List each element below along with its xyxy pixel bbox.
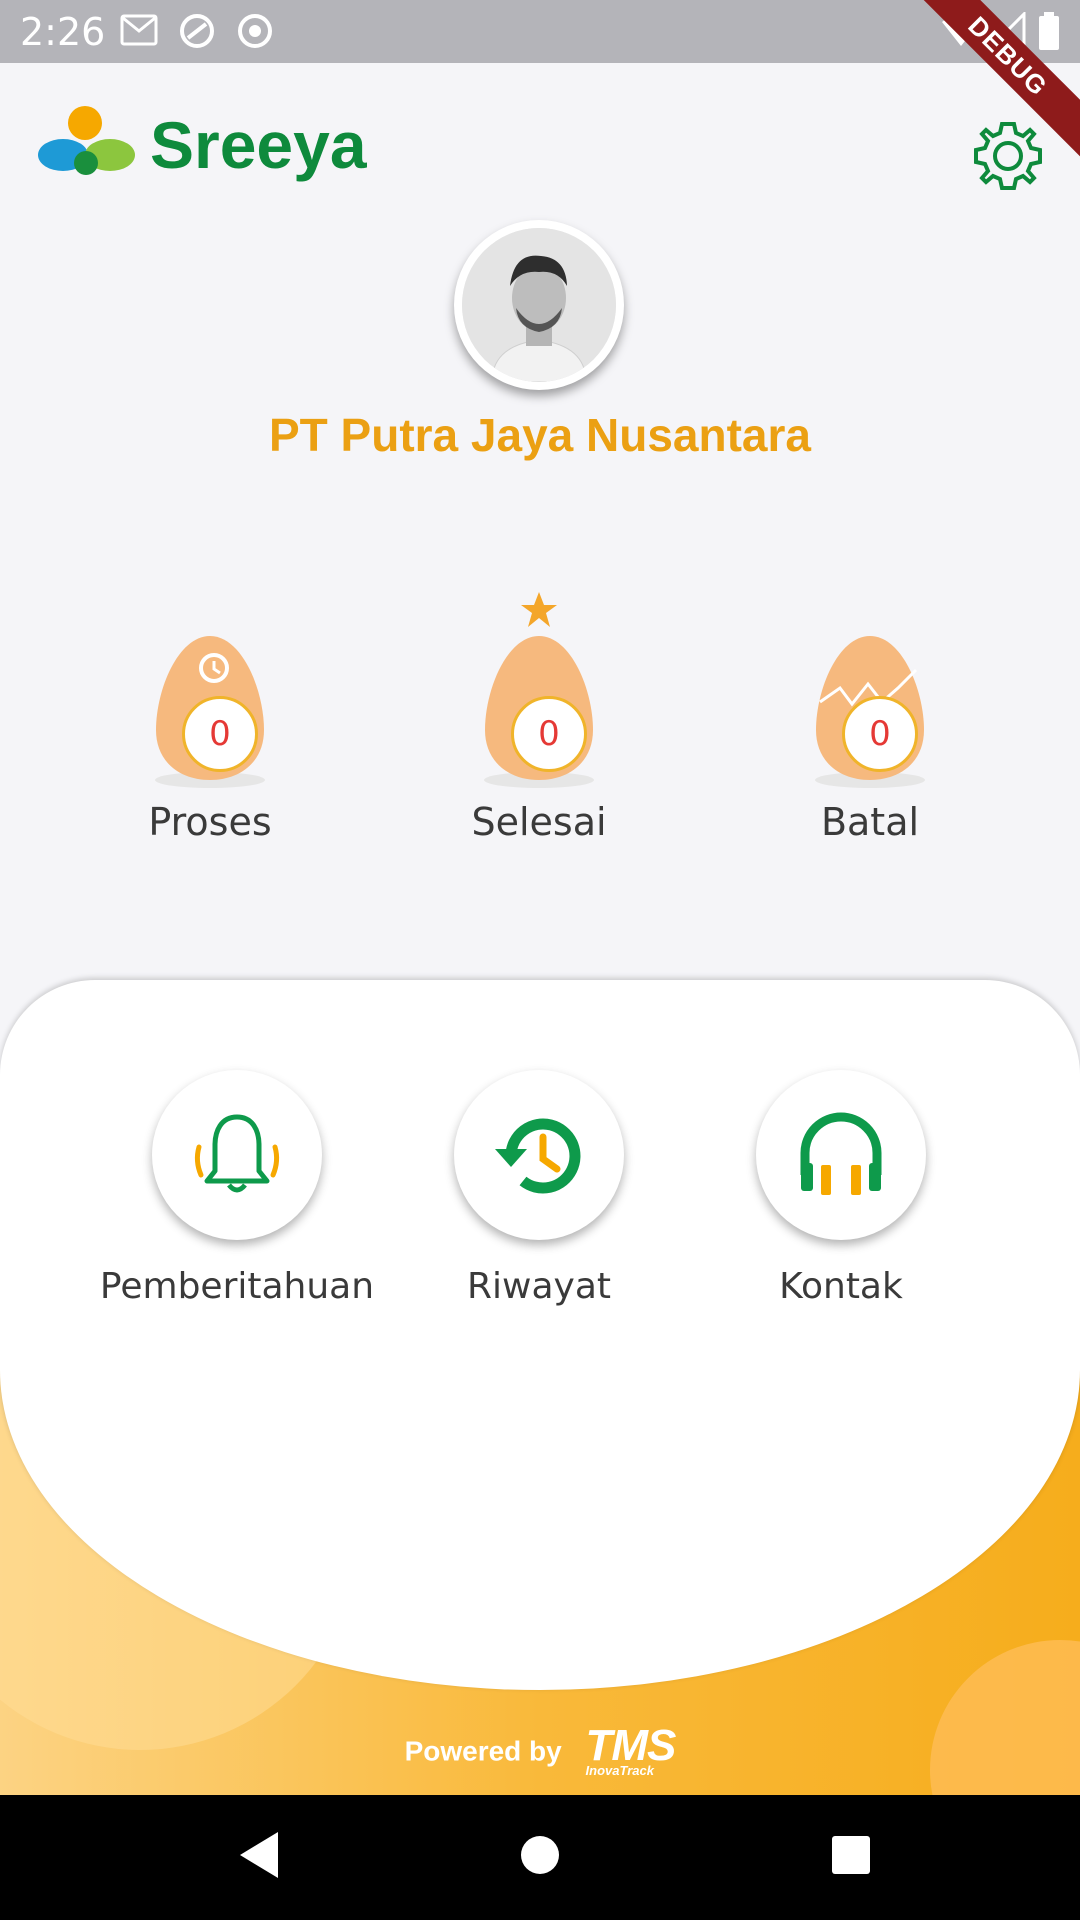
bell-icon [194,1114,280,1193]
menu-label: Kontak [779,1266,903,1307]
battery-icon [1039,12,1059,50]
menu-item-kontak[interactable]: Kontak [676,1070,976,1310]
status-bar: 2:26 DEBUG [0,0,1080,163]
powered-by-text: Powered by [404,1735,562,1767]
count-badge: 0 [842,696,918,772]
gmail-icon [120,14,158,46]
app-name: Sreeya [150,108,367,182]
menu-icon-circle[interactable] [454,1070,624,1240]
avatar-photo [462,228,616,382]
count-badge: 0 [182,696,258,772]
company-name: PT Putra Jaya Nusantara [268,409,811,461]
stat-batal[interactable]: 0 Batal [770,590,970,860]
app-logo: Sreeya [38,105,378,195]
stat-label: Selesai [471,800,607,844]
count-badge: 0 [511,696,587,772]
logo-mark-icon [38,106,135,175]
stat-selesai[interactable]: 0 Selesai [439,590,639,860]
menu-label: Pemberitahuan [99,1266,375,1307]
headset-icon [800,1112,882,1195]
avatar[interactable] [454,220,624,390]
stat-label: Proses [148,800,272,844]
person-photo-icon [462,228,616,382]
recents-icon[interactable] [830,1830,872,1880]
home-icon[interactable] [520,1830,560,1880]
settings-gear-icon[interactable] [972,120,1044,192]
status-time: 2:26 [20,10,106,54]
powered-by: Powered by TMS InovaTrack [0,1724,1080,1778]
tms-logo: TMS InovaTrack [586,1724,677,1778]
menu-item-pemberitahuan[interactable]: Pemberitahuan [72,1070,374,1310]
history-icon [495,1118,581,1194]
back-icon[interactable] [238,1830,282,1880]
sync-icon [180,14,214,48]
star-icon [521,592,557,627]
stat-label: Batal [820,800,920,844]
menu-icon-circle[interactable] [756,1070,926,1240]
menu-item-riwayat[interactable]: Riwayat [374,1070,674,1310]
menu-icon-circle[interactable] [152,1070,322,1240]
menu-label: Riwayat [467,1266,611,1307]
system-nav-bar [0,1795,1080,1920]
stat-proses[interactable]: 0 Proses [110,590,310,860]
chrome-icon [238,14,272,48]
